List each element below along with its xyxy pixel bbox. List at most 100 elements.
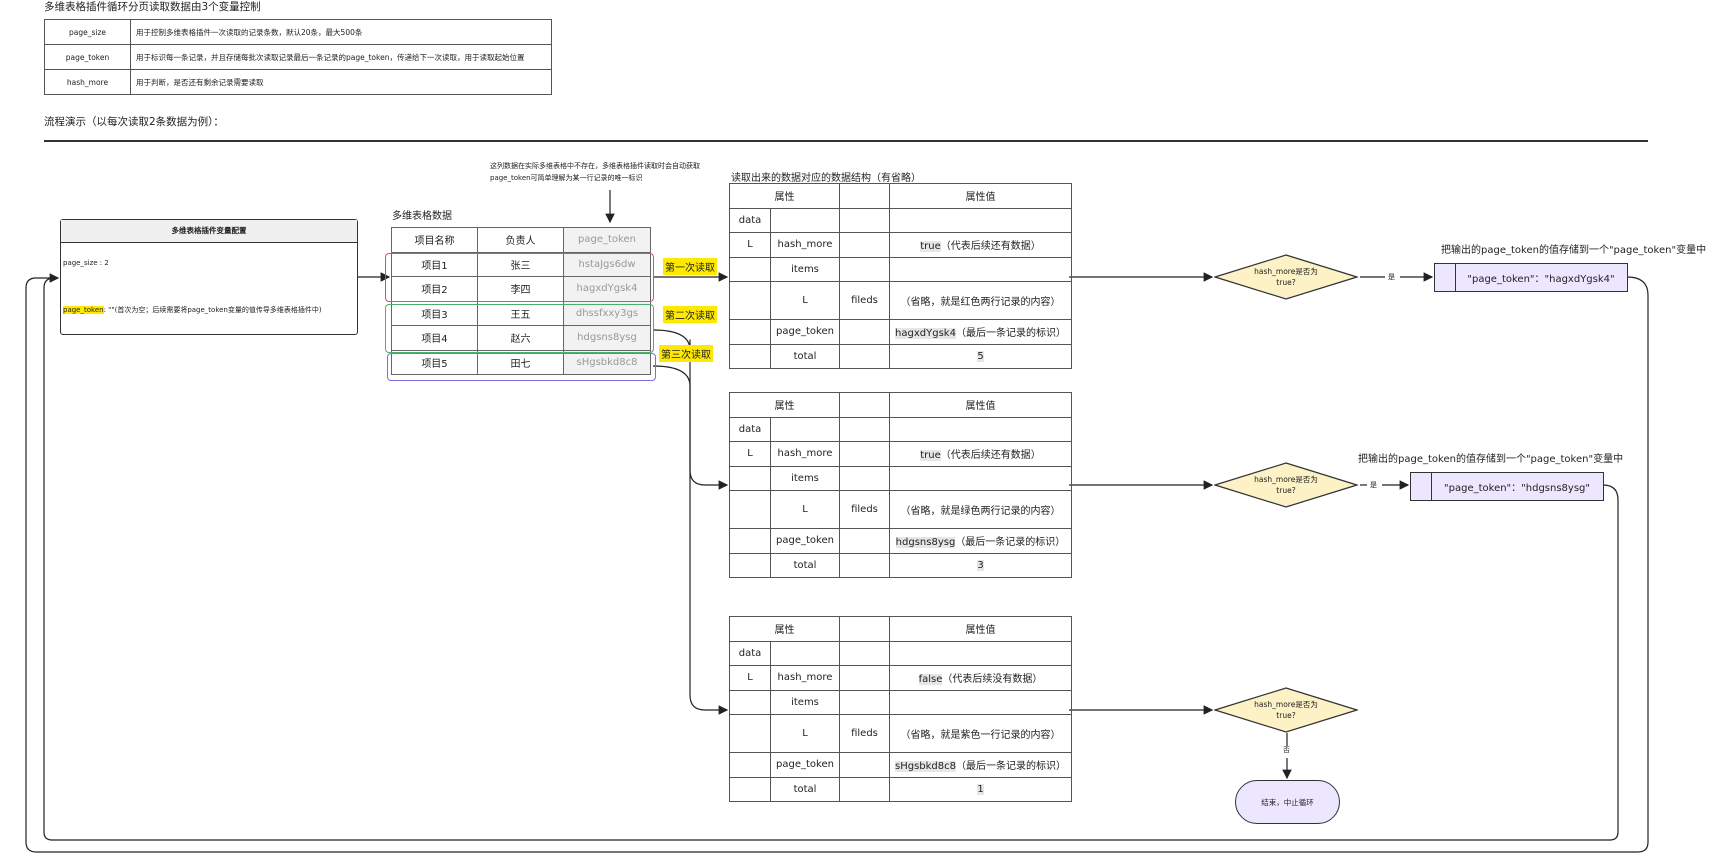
key-L: L [729,232,771,258]
third-read-outline [387,353,656,381]
yes-label-1: 是 [1388,273,1395,281]
empty-cell [839,392,890,418]
empty-cell [839,528,890,554]
empty-cell [839,441,890,467]
head-attr: 属性 [729,392,840,418]
head-attr: 属性 [729,183,840,209]
config-page-size: page_size : 2 [63,259,109,267]
note-line-2: page_token可简单理解为某一行记录的唯一标识 [490,174,643,182]
total-value: 1 [977,783,984,795]
hash-more-value: true [920,241,941,253]
empty-cell [729,256,771,282]
structure-table-2: 属性 属性值 data L hash_more true（代表后续还有数据） i… [729,392,1072,578]
hash-more-note: （代表后续还有数据） [940,241,1041,253]
val-hash-more: false（代表后续没有数据） [889,665,1072,691]
structure-caption: 读取出来的数据对应的数据结构（有省略） [731,173,921,184]
store-caption-1: 把输出的page_token的值存储到一个"page_token"变量中 [1441,245,1707,256]
decision-text-2: true? [1276,278,1296,287]
key-page-token: page_token [770,528,840,554]
key-fileds: fileds [839,281,890,320]
key-page-token: page_token [770,319,840,345]
store-caption-2: 把输出的page_token的值存储到一个"page_token"变量中 [1358,454,1624,465]
decision-text-1: hash_more是否为 [1254,700,1318,709]
key-hash-more: hash_more [770,232,840,258]
key-data: data [729,207,771,233]
decision-text-2: true? [1276,711,1296,720]
empty-cell [729,465,771,491]
total-value: 3 [977,559,984,571]
second-read-outline [385,304,654,353]
structure-table-1: 属性 属性值 data L hash_more true（代表后续还有数据） i… [729,183,1072,369]
page-token-value: hagxdYgsk4 [895,328,956,340]
empty-cell [839,616,890,642]
page-token-var-2: "page_token"："hdgsns8ysg" [1444,483,1590,494]
empty-cell [839,689,890,715]
empty-cell [729,343,771,369]
empty-cell [729,552,771,578]
page-token-key: page_token [63,306,104,314]
empty-cell [729,281,771,320]
key-L: L [770,281,840,320]
key-total: total [770,552,840,578]
config-title: 多维表格插件变量配置 [61,220,357,243]
third-read-tag: 第三次读取 [659,345,713,362]
yes-label-2: 是 [1370,481,1377,489]
key-total: total [770,776,840,802]
empty-cell [839,752,890,778]
empty-cell [770,416,840,442]
header-cell: page_token [563,227,651,253]
empty-cell [770,640,840,666]
page-token-note: （最后一条记录的标识） [955,328,1066,340]
hash-more-note: （代表后续还有数据） [940,450,1041,462]
key-L: L [729,665,771,691]
page-token-var-1: "page_token"："hagxdYgsk4" [1467,274,1615,285]
total-value: 5 [977,350,984,362]
val-page-token: sHgsbkd8c8（最后一条记录的标识） [889,752,1072,778]
empty-cell [839,343,890,369]
empty-cell [839,207,890,233]
header-cell: 项目名称 [391,227,478,253]
decision-text-1: hash_more是否为 [1254,475,1318,484]
structure-table-3: 属性 属性值 data L hash_more false（代表后续没有数据） … [729,616,1072,802]
empty-cell [839,256,890,282]
hash-more-value: true [920,450,941,462]
key-fileds: fileds [839,490,890,529]
val-fields: （省略，就是绿色两行记录的内容） [889,490,1072,529]
empty-cell [889,465,1072,491]
empty-cell [729,319,771,345]
data-table-label: 多维表格数据 [392,211,452,222]
page-token-note: （最后一条记录的标识） [956,761,1066,773]
end-terminal: 结束，中止循环 [1235,780,1340,824]
empty-cell [839,232,890,258]
head-val: 属性值 [889,616,1072,642]
empty-cell [839,640,890,666]
no-label: 否 [1283,746,1290,754]
key-fileds: fileds [839,714,890,753]
val-total: 3 [889,552,1072,578]
val-fields: （省略，就是红色两行记录的内容） [889,281,1072,320]
empty-cell [729,752,771,778]
page-token-value: sHgsbkd8c8 [895,761,956,773]
key-L: L [770,714,840,753]
decision-text-2: true? [1276,486,1296,495]
empty-cell [729,528,771,554]
head-attr: 属性 [729,616,840,642]
plugin-config-box: 多维表格插件变量配置 page_size : 2 page_token: ""(… [60,219,358,335]
empty-cell [839,416,890,442]
note-line-1: 这列数据在实际多维表格中不存在，多维表格插件读取时会自动获取 [490,162,700,170]
decision-diamond-1: hash_more是否为 true? [1214,254,1358,300]
val-total: 5 [889,343,1072,369]
empty-cell [839,465,890,491]
key-items: items [770,256,840,282]
val-page-token: hagxdYgsk4（最后一条记录的标识） [889,319,1072,345]
val-hash-more: true（代表后续还有数据） [889,232,1072,258]
decision-diamond-3: hash_more是否为 true? [1214,687,1358,733]
val-fields: （省略，就是紫色一行记录的内容） [889,714,1072,753]
config-page-token: page_token: ""(首次为空；后续需要将page_token变量的值传… [63,305,322,315]
val-page-token: hdgsns8ysg（最后一条记录的标识） [889,528,1072,554]
empty-cell [839,183,890,209]
empty-cell [729,776,771,802]
table-header-row: 项目名称 负责人 page_token [391,227,651,253]
val-total: 1 [889,776,1072,802]
page-token-var-box-2: "page_token"："hdgsns8ysg" [1410,472,1604,501]
